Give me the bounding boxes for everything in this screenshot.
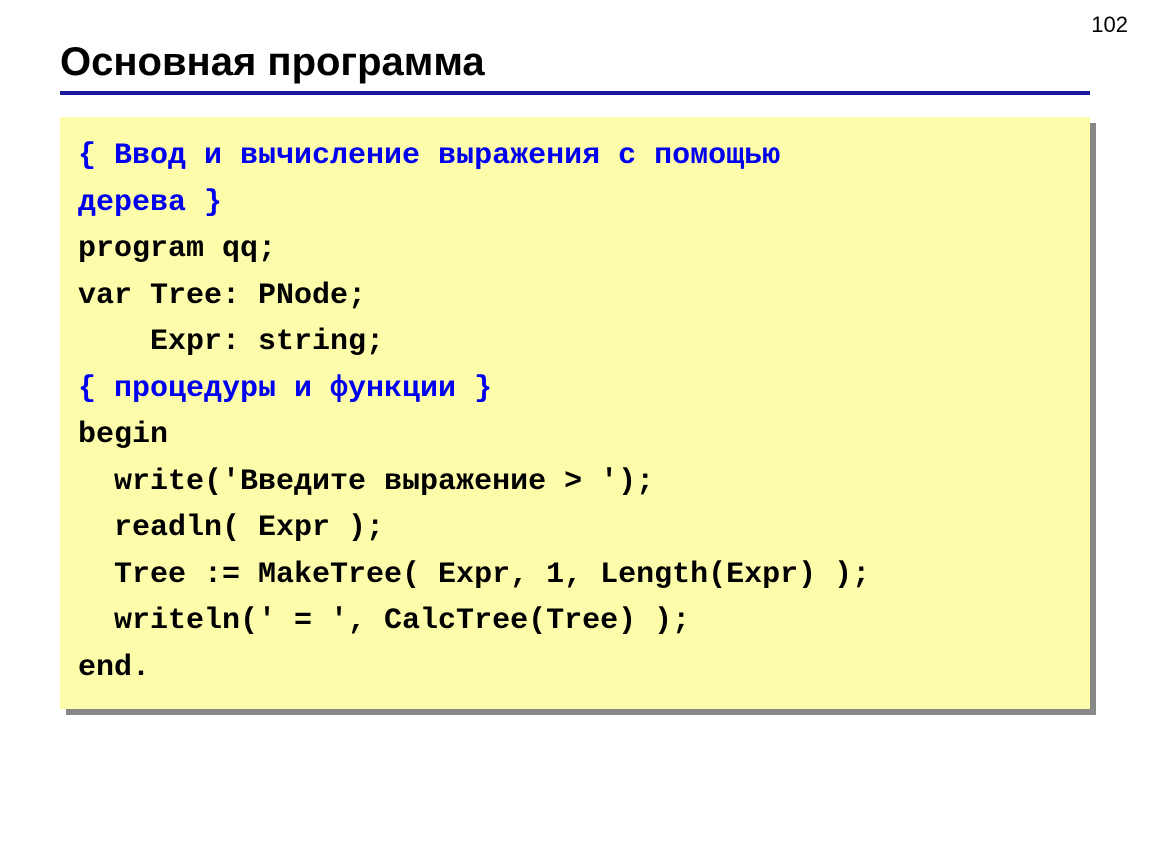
code-line: begin xyxy=(78,418,168,452)
code-comment: дерева } xyxy=(78,186,222,220)
code-line: write('Введите выражение > '); xyxy=(78,465,654,499)
code-line: Tree := MakeTree( Expr, 1, Length(Expr) … xyxy=(78,558,870,592)
code-line: Expr: string; xyxy=(78,325,384,359)
page-number: 102 xyxy=(1091,12,1128,38)
slide: 102 Основная программа { Ввод и вычислен… xyxy=(0,0,1150,864)
title-rule xyxy=(60,91,1090,95)
code-line: end. xyxy=(78,651,150,685)
code-line: var Tree: PNode; xyxy=(78,279,366,313)
slide-title: Основная программа xyxy=(60,40,1090,85)
code-line: program qq; xyxy=(78,232,276,266)
code-line: readln( Expr ); xyxy=(78,511,384,545)
code-comment: { Ввод и вычисление выражения с помощью xyxy=(78,139,780,173)
code-comment: { процедуры и функции } xyxy=(78,372,492,406)
code-block: { Ввод и вычисление выражения с помощью … xyxy=(60,117,1090,709)
code-line: writeln(' = ', CalcTree(Tree) ); xyxy=(78,604,690,638)
